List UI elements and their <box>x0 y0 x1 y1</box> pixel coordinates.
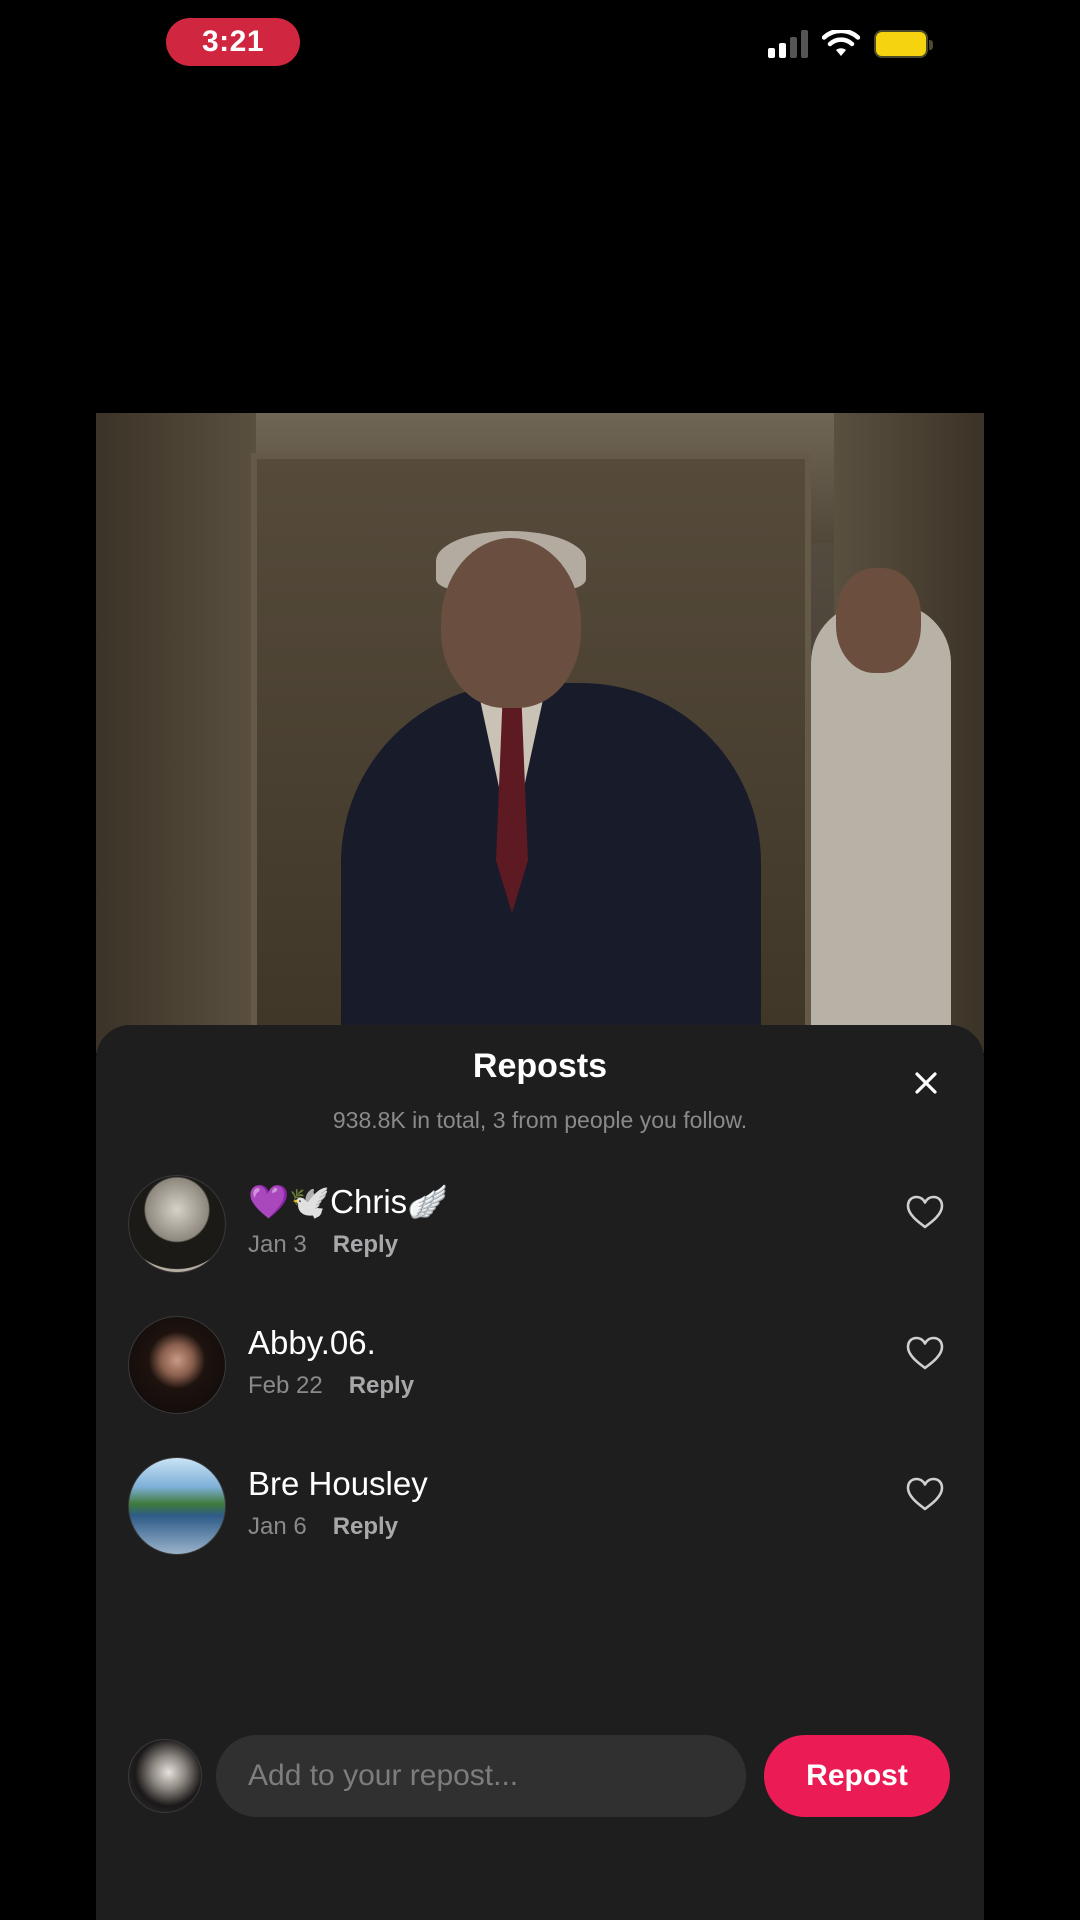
list-item-body: 💜🕊️Chris🪽 Jan 3 Reply <box>248 1175 448 1259</box>
item-meta: Feb 22 Reply <box>248 1372 414 1400</box>
screen: 3:21 Reposts 938.8K in total, 3 from peo… <box>0 0 1080 1920</box>
video-officer-head <box>836 568 921 673</box>
heart-icon <box>906 1336 944 1370</box>
cellular-signal-icon <box>768 30 808 58</box>
reposts-sheet: Reposts 938.8K in total, 3 from people y… <box>96 1025 984 1920</box>
list-item-body: Bre Housley Jan 6 Reply <box>248 1457 428 1541</box>
like-button[interactable] <box>902 1471 948 1517</box>
status-icons <box>768 30 933 58</box>
heart-icon <box>906 1477 944 1511</box>
my-avatar[interactable] <box>128 1739 202 1813</box>
video-person-head <box>441 538 581 708</box>
close-icon <box>915 1072 937 1094</box>
item-meta: Jan 6 Reply <box>248 1513 428 1541</box>
avatar[interactable] <box>128 1316 226 1414</box>
reply-button[interactable]: Reply <box>333 1513 398 1541</box>
avatar[interactable] <box>128 1457 226 1555</box>
user-name[interactable]: Abby.06. <box>248 1322 414 1364</box>
list-item: Abby.06. Feb 22 Reply <box>128 1316 952 1457</box>
video-wall-left <box>96 413 256 1053</box>
like-button[interactable] <box>902 1189 948 1235</box>
item-meta: Jan 3 Reply <box>248 1231 448 1259</box>
video-person-suit <box>341 683 761 1053</box>
repost-button[interactable]: Repost <box>764 1735 950 1817</box>
list-item-body: Abby.06. Feb 22 Reply <box>248 1316 414 1400</box>
heart-icon <box>906 1195 944 1229</box>
list-item: 💜🕊️Chris🪽 Jan 3 Reply <box>128 1175 952 1316</box>
status-time: 3:21 <box>166 18 300 66</box>
reply-button[interactable]: Reply <box>333 1231 398 1259</box>
wifi-icon <box>822 30 860 56</box>
battery-icon <box>874 30 933 58</box>
video-frame[interactable] <box>96 413 984 1053</box>
item-date: Feb 22 <box>248 1372 323 1399</box>
sheet-title: Reposts <box>472 1047 608 1085</box>
sheet-subtitle: 938.8K in total, 3 from people you follo… <box>332 1107 748 1133</box>
like-button[interactable] <box>902 1330 948 1376</box>
user-name[interactable]: 💜🕊️Chris🪽 <box>248 1181 448 1223</box>
reply-button[interactable]: Reply <box>349 1372 414 1400</box>
avatar[interactable] <box>128 1175 226 1273</box>
compose-bar: Repost <box>128 1735 952 1817</box>
repost-comment-input[interactable] <box>216 1735 746 1817</box>
user-name[interactable]: Bre Housley <box>248 1463 428 1505</box>
item-date: Jan 3 <box>248 1231 307 1258</box>
item-date: Jan 6 <box>248 1513 307 1540</box>
close-button[interactable] <box>906 1063 946 1103</box>
list-item: Bre Housley Jan 6 Reply <box>128 1457 952 1598</box>
repost-list: 💜🕊️Chris🪽 Jan 3 Reply Abby.06. Feb 22 Re… <box>128 1175 952 1598</box>
